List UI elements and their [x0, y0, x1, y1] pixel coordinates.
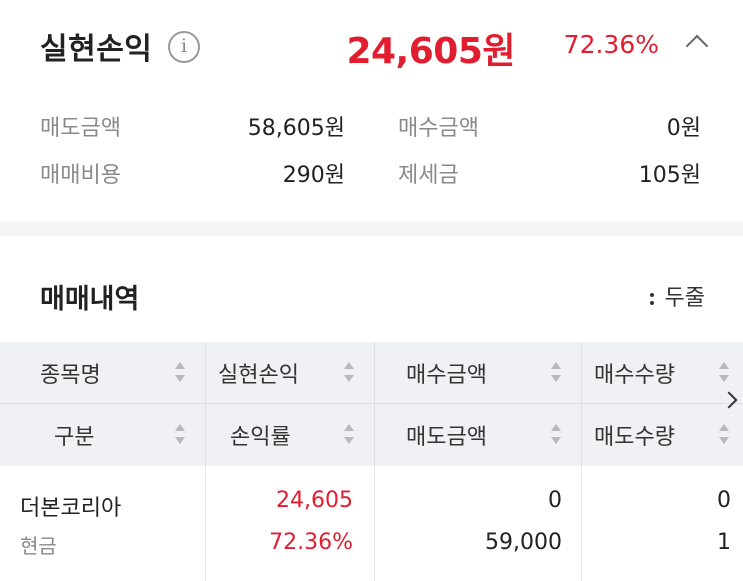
realized-pnl-cell: 24,605	[276, 488, 353, 513]
table-row[interactable]: 더본코리아 현금 24,605 72.36% 0 59,000 0 1	[0, 466, 743, 581]
more-dots-icon	[649, 301, 654, 305]
realized-pnl-percent: 72.36%	[563, 30, 659, 59]
info-icon[interactable]: i	[168, 31, 200, 63]
sell-amount-value: 58,605원	[247, 116, 345, 141]
buy-amount-label: 매수금액	[398, 116, 479, 141]
header-divider	[0, 403, 743, 404]
stock-name: 더본코리아	[20, 496, 122, 521]
sort-icon	[344, 424, 354, 444]
sort-icon	[551, 424, 561, 444]
header-stock-name[interactable]: 종목명	[40, 342, 205, 403]
fee-label: 매매비용	[40, 163, 121, 188]
realized-pnl-summary: 실현손익 i 24,605원 72.36% 매도금액 58,605원 매수금액 …	[0, 0, 743, 222]
sell-amount-cell: 59,000	[485, 530, 562, 555]
sort-icon	[344, 362, 354, 382]
buy-amount-value: 0원	[666, 116, 701, 141]
header-sell-qty[interactable]: 매도수량	[594, 404, 743, 465]
fee-value: 290원	[282, 163, 345, 188]
tax-value: 105원	[638, 163, 701, 188]
view-toggle-label: 두줄	[664, 286, 705, 311]
header-realized-pnl[interactable]: 실현손익	[218, 342, 374, 403]
chevron-up-icon[interactable]	[685, 34, 709, 58]
view-toggle-button[interactable]: 두줄	[649, 280, 705, 312]
realized-pnl-amount: 24,605원	[346, 31, 515, 72]
trade-history-title: 매매내역	[40, 284, 140, 315]
sort-icon	[175, 424, 185, 444]
sort-icon	[719, 362, 729, 382]
column-divider	[205, 466, 206, 581]
section-divider	[0, 222, 743, 236]
header-buy-amount[interactable]: 매수금액	[406, 342, 581, 403]
sell-qty-cell: 1	[717, 530, 731, 555]
buy-amount-cell: 0	[548, 488, 562, 513]
sort-icon	[719, 424, 729, 444]
column-divider	[581, 342, 582, 466]
sort-icon	[175, 362, 185, 382]
buy-qty-cell: 0	[717, 488, 731, 513]
sort-icon	[551, 362, 561, 382]
header-sell-amount[interactable]: 매도금액	[406, 404, 581, 465]
profit-rate-cell: 72.36%	[269, 530, 353, 555]
trade-type: 현금	[20, 534, 57, 558]
sell-amount-label: 매도금액	[40, 116, 121, 141]
column-divider	[205, 342, 206, 466]
header-type[interactable]: 구분	[54, 404, 205, 465]
column-divider	[374, 342, 375, 466]
table-header: 종목명 실현손익 매수금액 매수수량 구분 손익률 매도금액 매도수량	[0, 342, 743, 466]
column-divider	[581, 466, 582, 581]
summary-title: 실현손익	[40, 32, 153, 67]
header-profit-rate[interactable]: 손익률	[230, 404, 374, 465]
column-divider	[374, 466, 375, 581]
header-buy-qty[interactable]: 매수수량	[594, 342, 743, 403]
tax-label: 제세금	[398, 163, 459, 188]
